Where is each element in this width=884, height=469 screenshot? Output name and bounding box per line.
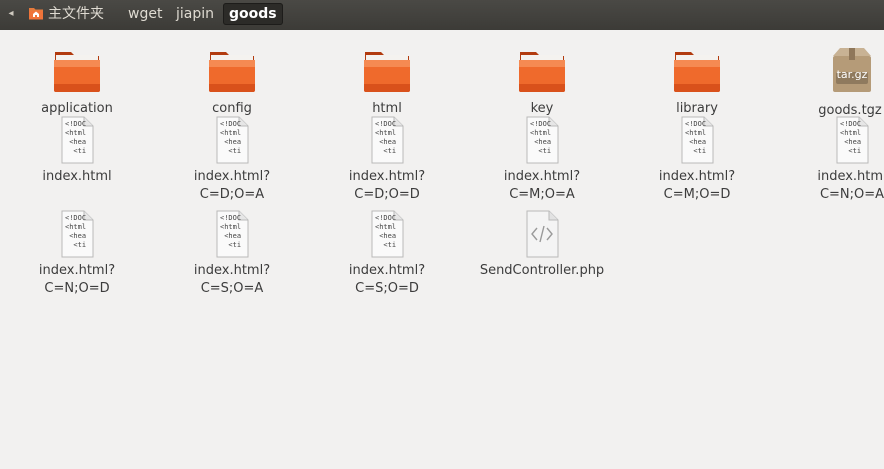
file-name-label: index.html? C=N;O=D [0,262,154,298]
file-name-line: C=M;O=D [663,187,731,202]
file-name-line: C=S;O=D [355,281,419,296]
folder-icon [208,46,256,94]
file-name-line: C=D;O=D [354,187,420,202]
file-name-line: index.html? [193,263,271,278]
html-file-preview-text: <!DOC <html <hea <ti [220,214,242,249]
folder-icon [363,46,411,94]
file-name-line: index.html? [658,169,736,184]
html-file-preview-text: <!DOC <html <hea <ti [530,120,552,155]
html-file-preview-text: <!DOC <html <hea <ti [840,120,862,155]
code-file-icon [518,210,566,258]
html-file-preview-text: <!DOC <html <hea <ti [220,120,242,155]
file-name-line: index.html? [38,263,116,278]
file-name-label: index.html? C=M;O=A [465,168,619,204]
html-file-icon: <!DOC <html <hea <ti [363,210,411,258]
file-name-label: index.html C=N;O=A [775,168,884,204]
breadcrumb-home[interactable]: 主文件夹 [24,3,110,25]
file-name-line: index.html? [193,169,271,184]
html-file-icon: <!DOC <html <hea <ti [208,210,256,258]
file-name-label: index.html [0,168,154,186]
breadcrumb-jiapin[interactable]: jiapin [170,3,220,25]
breadcrumb-label: 主文件夹 [48,6,104,22]
back-arrow-icon[interactable]: ◂ [4,4,18,24]
file-name-line: index.html? [348,169,426,184]
file-name-line: C=M;O=A [509,187,575,202]
file-name-line: C=N;O=A [819,187,884,202]
breadcrumb-wget[interactable]: wget [122,3,168,25]
html-file-icon: <!DOC <html <hea <ti [518,116,566,164]
file-name-line: index.html? [503,169,581,184]
home-folder-icon [29,8,43,20]
html-file-icon: <!DOC <html <hea <ti [53,210,101,258]
file-name-line: index.html? [348,263,426,278]
archive-icon: tar.gz [828,46,876,94]
folder-icon [673,46,721,94]
location-bar: ◂ 主文件夹 wget jiapin goods [0,0,884,30]
file-name-line: index.html [817,169,884,184]
html-file-preview-text: <!DOC <html <hea <ti [375,214,397,249]
html-file-preview-text: <!DOC <html <hea <ti [685,120,707,155]
html-file-icon: <!DOC <html <hea <ti [363,116,411,164]
file-name-line: index.html [42,169,112,184]
breadcrumb-goods[interactable]: goods [223,3,283,25]
file-name-label: index.html? C=D;O=D [310,168,464,204]
html-file-preview-text: <!DOC <html <hea <ti [375,120,397,155]
html-file-icon: <!DOC <html <hea <ti [53,116,101,164]
html-file-preview-text: <!DOC <html <hea <ti [65,214,87,249]
html-file-icon: <!DOC <html <hea <ti [828,116,876,164]
file-name-label: index.html? C=S;O=A [155,262,309,298]
file-name-line: C=D;O=A [199,187,265,202]
file-name-label: index.html? C=M;O=D [620,168,774,204]
html-file-icon: <!DOC <html <hea <ti [673,116,721,164]
file-name-line: C=N;O=D [44,281,110,296]
file-grid: application config html key library tar.gz goo… [0,30,884,469]
folder-icon [518,46,566,94]
folder-icon [53,46,101,94]
file-name-line: C=S;O=A [200,281,264,296]
html-file-icon: <!DOC <html <hea <ti [208,116,256,164]
archive-badge: tar.gz [836,68,868,81]
file-name-label: index.html? C=S;O=D [310,262,464,298]
file-name-label: index.html? C=D;O=A [155,168,309,204]
file-name-label: SendController.php [465,262,619,280]
file-name-line: SendController.php [479,263,605,278]
html-file-preview-text: <!DOC <html <hea <ti [65,120,87,155]
